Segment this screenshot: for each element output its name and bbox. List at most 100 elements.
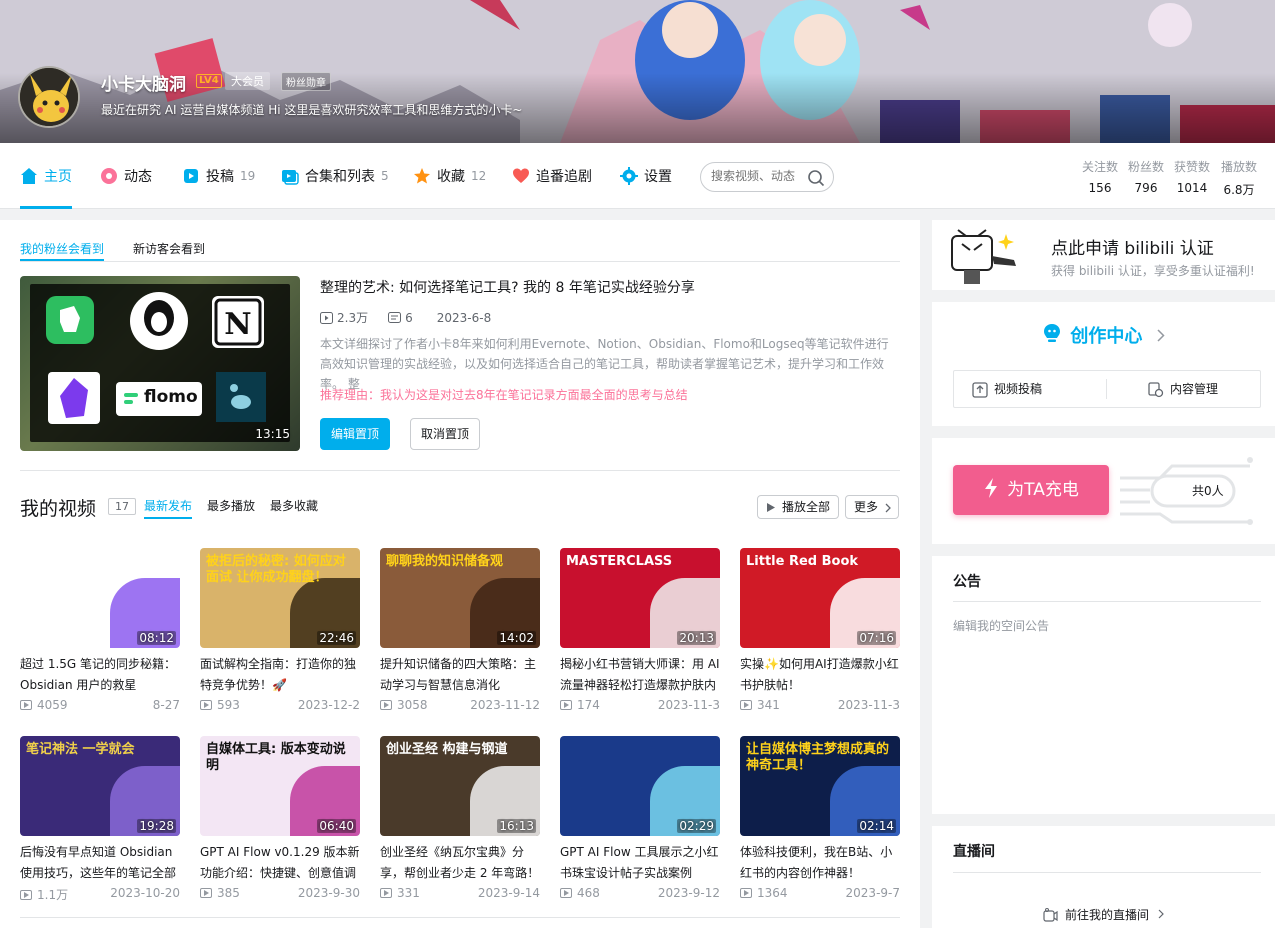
video-title[interactable]: 揭秘小红书营销大师课：用 AI 流量神器轻松打造爆款护肤内 — [560, 654, 720, 696]
charge-card: 为TA充电 共0人 — [932, 438, 1275, 544]
video-views: 385 — [217, 886, 240, 900]
divider — [20, 261, 900, 262]
more-videos-button[interactable]: 更多 — [845, 495, 900, 519]
fan-badge[interactable]: 粉丝勋章 — [281, 72, 331, 91]
thumbnail-text: 创业圣经 构建与钢道 — [386, 742, 508, 757]
pinned-reason: 推荐理由：我认为这是对过去8年在笔记记录方面最全面的思考与总结 — [320, 388, 688, 402]
video-title[interactable]: GPT AI Flow 工具展示之小红书珠宝设计帖子实战案例 — [560, 842, 720, 884]
video-views: 1364 — [757, 886, 788, 900]
stat-following[interactable]: 关注数 156 — [1082, 158, 1118, 195]
logseq-avatar-icon — [130, 292, 188, 350]
video-upload-button[interactable]: 视频投稿 — [972, 371, 1042, 407]
video-duration: 20:13 — [677, 631, 716, 645]
tab-home[interactable]: 主页 — [20, 143, 72, 209]
video-views: 331 — [397, 886, 420, 900]
video-duration: 14:02 — [497, 631, 536, 645]
video-title[interactable]: 体验科技便利，我在B站、小红书的内容创作神器！ — [740, 842, 900, 884]
video-date: 8-27 — [152, 698, 180, 712]
video-meta: 331 2023-9-14 — [380, 886, 540, 900]
video-title[interactable]: 创业圣经《纳瓦尔宝典》分享，帮创业者少走 2 年弯路！ — [380, 842, 540, 884]
video-thumbnail[interactable]: 自媒体工具: 版本变动说明 06:40 — [200, 736, 360, 836]
search-input[interactable] — [711, 169, 801, 183]
video-thumbnail[interactable]: 聊聊我的知识储备观 14:02 — [380, 548, 540, 648]
video-meta: 174 2023-11-3 — [560, 698, 720, 712]
search-icon[interactable] — [807, 169, 825, 187]
video-views: 4059 — [37, 698, 68, 712]
video-title[interactable]: 超过 1.5G 笔记的同步秘籍：Obsidian 用户的救星 — [20, 654, 180, 696]
notice-title: 公告 — [953, 574, 981, 590]
video-title[interactable]: 实操✨如何用AI打造爆款小红书护肤帖！ — [740, 654, 900, 696]
play-count-icon — [740, 888, 752, 898]
pinned-date: 2023-6-8 — [436, 310, 492, 325]
tab-uploads[interactable]: 投稿 19 — [182, 143, 255, 209]
video-views: 1.1万 — [37, 888, 69, 902]
tab-dynamic[interactable]: 动态 — [100, 143, 152, 209]
svg-text:N: N — [224, 307, 251, 342]
video-thumbnail[interactable]: 02:29 — [560, 736, 720, 836]
video-thumbnail[interactable]: 笔记神法 一学就会 19:28 — [20, 736, 180, 836]
video-views: 468 — [577, 886, 600, 900]
tab-visitor-view[interactable]: 新访客会看到 — [133, 240, 205, 257]
video-title[interactable]: 面试解构全指南：打造你的独特竞争优势！🚀 — [200, 654, 360, 696]
video-thumbnail[interactable]: Little Red Book 07:16 — [740, 548, 900, 648]
video-thumbnail[interactable]: MASTERCLASS 20:13 — [560, 548, 720, 648]
play-all-button[interactable]: 播放全部 — [757, 495, 840, 519]
creation-center-card: 创作中心 视频投稿 内容管理 — [932, 302, 1275, 426]
notice-edit[interactable]: 编辑我的空间公告 — [953, 617, 1049, 634]
sort-most-favorited[interactable]: 最多收藏 — [270, 497, 318, 514]
video-meta: 385 2023-9-30 — [200, 886, 360, 900]
thumbnail-text: Little Red Book — [746, 554, 859, 569]
cert-card[interactable]: 点此申请 bilibili 认证 获得 bilibili 认证，享受多重认证福利… — [932, 220, 1275, 290]
tab-favorites[interactable]: 收藏 12 — [413, 143, 486, 209]
thumbnail-text: MASTERCLASS — [566, 554, 673, 569]
cancel-pin-button[interactable]: 取消置顶 — [410, 418, 480, 450]
home-icon — [21, 168, 37, 184]
video-meta: 4059 8-27 — [20, 698, 180, 712]
go-live-room-link[interactable]: 前往我的直播间 — [932, 906, 1275, 923]
video-title[interactable]: 后悔没有早点知道 Obsidian 使用技巧，这些年的笔记全部 — [20, 842, 180, 884]
thumbnail-text: 自媒体工具: 版本变动说明 — [206, 742, 346, 773]
tab-settings[interactable]: 设置 — [620, 143, 672, 209]
pinned-video-thumbnail[interactable]: N flomo 13:15 — [20, 276, 300, 451]
space-search[interactable] — [700, 162, 834, 192]
user-sign[interactable]: 最近在研究 AI 运营自媒体频道 Hi 这里是喜欢研究效率工具和思维方式的小卡~ — [101, 101, 522, 118]
video-thumbnail[interactable]: Obsidian 同步方案 漫谈 08:12 — [20, 548, 180, 648]
tab-collections[interactable]: 合集和列表 5 — [281, 143, 389, 209]
play-count-icon — [320, 311, 333, 324]
video-date: 2023-9-12 — [657, 886, 720, 900]
charge-button[interactable]: 为TA充电 — [953, 465, 1109, 515]
video-duration: 22:46 — [317, 631, 356, 645]
creation-center-link[interactable]: 创作中心 — [932, 322, 1275, 348]
video-views: 341 — [757, 698, 780, 712]
play-count-icon — [200, 888, 212, 898]
video-meta: 1364 2023-9-7 — [740, 886, 900, 900]
video-thumbnail[interactable]: 创业圣经 构建与钢道 16:13 — [380, 736, 540, 836]
video-thumbnail[interactable]: 让自媒体博主梦想成真的神奇工具！ 02:14 — [740, 736, 900, 836]
pinned-title[interactable]: 整理的艺术: 如何选择笔记工具? 我的 8 年笔记实战经验分享 — [320, 277, 695, 297]
tab-fans-view[interactable]: 我的粉丝会看到 — [20, 240, 105, 261]
sort-most-played[interactable]: 最多播放 — [207, 497, 255, 514]
video-meta: 468 2023-9-12 — [560, 886, 720, 900]
vip-badge[interactable]: 大会员 — [225, 72, 270, 90]
charge-count: 共0人 — [1192, 484, 1224, 498]
content-manage-button[interactable]: 内容管理 — [1148, 371, 1218, 407]
video-duration: 07:16 — [857, 631, 896, 645]
sort-latest[interactable]: 最新发布 — [144, 497, 193, 519]
video-views: 3058 — [397, 698, 428, 712]
edit-pin-button[interactable]: 编辑置顶 — [320, 418, 390, 450]
tab-bangumi[interactable]: 追番追剧 — [512, 143, 592, 209]
stat-fans[interactable]: 粉丝数 796 — [1128, 158, 1164, 195]
flomo-icon — [124, 393, 138, 404]
video-thumbnail[interactable]: 被拒后的秘密: 如何应对面试 让你成功翻盘！ 22:46 — [200, 548, 360, 648]
videos-section-title: 我的视频 — [20, 498, 97, 520]
video-title[interactable]: GPT AI Flow v0.1.29 版本新功能介绍：快捷键、创意值调 — [200, 842, 360, 884]
username: 小卡大脑洞 — [101, 75, 186, 95]
videos-count-badge: 17 — [108, 498, 136, 515]
chevron-right-icon — [1158, 909, 1164, 919]
thumbnail-text: 笔记神法 一学就会 — [26, 742, 135, 757]
video-title[interactable]: 提升知识储备的四大策略：主动学习与智慧信息消化 — [380, 654, 540, 696]
evernote-icon — [46, 296, 94, 344]
thumbnail-text: 被拒后的秘密: 如何应对面试 让你成功翻盘！ — [206, 554, 346, 585]
avatar[interactable] — [18, 66, 80, 128]
video-date: 2023-9-14 — [477, 886, 540, 900]
